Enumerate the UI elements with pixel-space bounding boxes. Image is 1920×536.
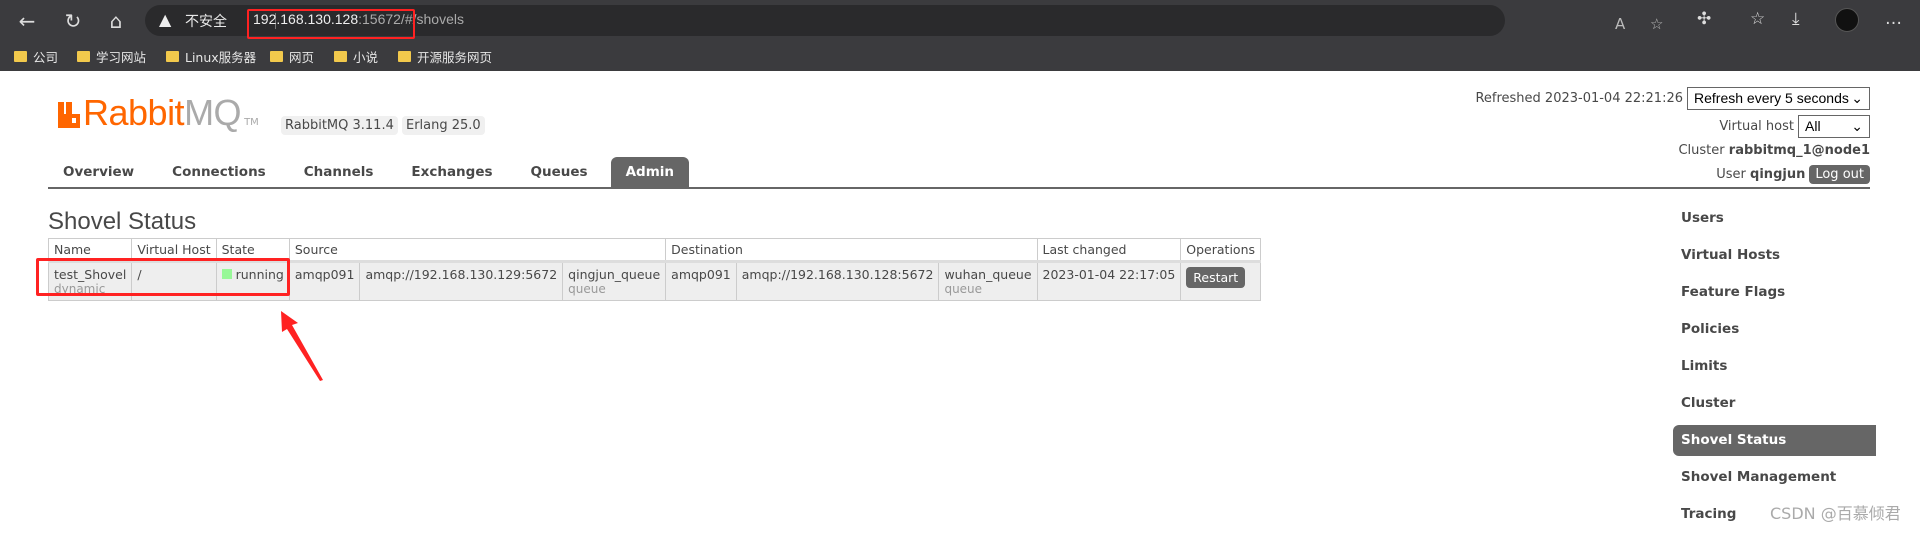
download-icon[interactable]: ⤓ [1792, 9, 1800, 29]
bookmark-label: 小说 [353, 50, 379, 65]
col-last-changed: Last changed [1036, 238, 1182, 263]
restart-button[interactable]: Restart [1186, 267, 1246, 288]
more-icon[interactable]: … [1885, 9, 1902, 29]
bookmarks-bar: 公司 学习网站 Linux服务器 网页 小说 开源服务网页 [0, 41, 1920, 71]
dst-uri: amqp://192.168.130.128:5672 [735, 261, 940, 301]
vhost-label: Virtual host [1719, 118, 1794, 134]
favorites-icon[interactable]: ☆ [1750, 9, 1765, 29]
watermark: CSDN @百慕倾君 [1770, 504, 1901, 523]
sidebar-item-virtual-hosts[interactable]: Virtual Hosts [1673, 240, 1876, 277]
dst-queue-cell: wuhan_queue queue [938, 261, 1038, 301]
sidebar-item-cluster[interactable]: Cluster [1673, 388, 1876, 425]
insecure-label: 不安全 [185, 14, 227, 30]
profile-avatar[interactable] [1835, 8, 1859, 32]
src-kind: queue [568, 282, 606, 296]
trademark: TM [244, 117, 259, 128]
tab-channels[interactable]: Channels [289, 157, 389, 188]
main-nav: Overview Connections Channels Exchanges … [48, 157, 697, 188]
tab-exchanges[interactable]: Exchanges [396, 157, 507, 188]
sidebar-item-shovel-management[interactable]: Shovel Management [1673, 462, 1876, 499]
dst-proto: amqp091 [665, 261, 737, 301]
refresh-select-value: Refresh every 5 seconds [1694, 90, 1849, 106]
back-icon[interactable]: ← [14, 8, 40, 34]
warning-icon: ▲ [159, 10, 172, 29]
folder-icon [270, 51, 283, 62]
erlang-badge: Erlang 25.0 [402, 116, 485, 135]
col-source: Source [288, 238, 667, 263]
logo-text: RabbitMQ [83, 92, 242, 133]
chevron-down-icon: ⌄ [1851, 89, 1863, 106]
chevron-down-icon: ⌄ [1851, 117, 1863, 134]
status-panel: Refreshed 2023-01-04 22:21:26 Refresh eve… [1475, 86, 1870, 186]
bookmark-label: 公司 [33, 50, 59, 65]
bookmark[interactable]: 网页 [270, 47, 314, 66]
tab-admin[interactable]: Admin [610, 157, 689, 188]
sidebar-item-users[interactable]: Users [1673, 203, 1876, 240]
last-changed: 2023-01-04 22:17:05 [1036, 261, 1182, 301]
sidebar-item-feature-flags[interactable]: Feature Flags [1673, 277, 1876, 314]
rabbitmq-logo: RabbitMQ TM [58, 92, 259, 133]
bookmark-label: 开源服务网页 [417, 50, 493, 65]
nav-divider [48, 187, 1870, 189]
annotation-box-row [36, 258, 290, 296]
version-badge: RabbitMQ 3.11.4 [281, 116, 398, 135]
home-icon[interactable]: ⌂ [103, 8, 129, 34]
admin-sidebar: Users Virtual Hosts Feature Flags Polici… [1673, 203, 1876, 536]
cluster-name: rabbitmq_1@node1 [1728, 142, 1870, 158]
read-aloud-icon[interactable]: A [1615, 15, 1625, 33]
bookmark-label: Linux服务器 [185, 50, 257, 65]
bookmark[interactable]: 小说 [334, 47, 378, 66]
folder-icon [14, 51, 27, 62]
folder-icon [398, 51, 411, 62]
folder-icon [334, 51, 347, 62]
bookmark[interactable]: 开源服务网页 [398, 47, 492, 66]
refreshed-label: Refreshed 2023-01-04 22:21:26 [1475, 90, 1683, 106]
user-label: User [1716, 166, 1746, 182]
folder-icon [166, 51, 179, 62]
bookmark[interactable]: 公司 [14, 47, 58, 66]
annotation-box-url [247, 9, 415, 39]
bookmark-label: 网页 [289, 50, 315, 65]
page-title: Shovel Status [48, 208, 197, 235]
dst-queue: wuhan_queue [944, 267, 1032, 282]
annotation-arrow [281, 311, 323, 381]
arrow-shape [281, 311, 323, 381]
tab-overview[interactable]: Overview [48, 157, 149, 188]
add-favorite-icon[interactable]: ☆ [1650, 15, 1663, 33]
vhost-select-value: All [1805, 118, 1821, 134]
logout-button[interactable]: Log out [1809, 164, 1870, 184]
bookmark-label: 学习网站 [96, 50, 147, 65]
reload-icon[interactable]: ↻ [60, 8, 86, 34]
extensions-icon[interactable]: ✣ [1697, 9, 1711, 29]
sidebar-item-limits[interactable]: Limits [1673, 351, 1876, 388]
tab-connections[interactable]: Connections [157, 157, 281, 188]
folder-icon [77, 51, 90, 62]
dst-kind: queue [944, 282, 983, 296]
operations-cell: Restart [1180, 261, 1262, 301]
rabbit-logo-icon [58, 102, 80, 128]
refresh-select[interactable]: Refresh every 5 seconds ⌄ [1687, 86, 1870, 110]
bookmark[interactable]: 学习网站 [77, 47, 146, 66]
user-name: qingjun [1750, 166, 1806, 182]
sidebar-item-policies[interactable]: Policies [1673, 314, 1876, 351]
src-uri: amqp://192.168.130.129:5672 [359, 261, 564, 301]
col-operations: Operations [1180, 238, 1262, 263]
cluster-label: Cluster [1678, 142, 1725, 158]
vhost-select[interactable]: All ⌄ [1798, 114, 1870, 138]
tab-queues[interactable]: Queues [516, 157, 603, 188]
src-queue: qingjun_queue [568, 267, 661, 282]
col-destination: Destination [665, 238, 1038, 263]
bookmark[interactable]: Linux服务器 [166, 47, 256, 66]
sidebar-item-shovel-status[interactable]: Shovel Status [1673, 425, 1876, 456]
src-queue-cell: qingjun_queue queue [562, 261, 667, 301]
src-proto: amqp091 [288, 261, 361, 301]
